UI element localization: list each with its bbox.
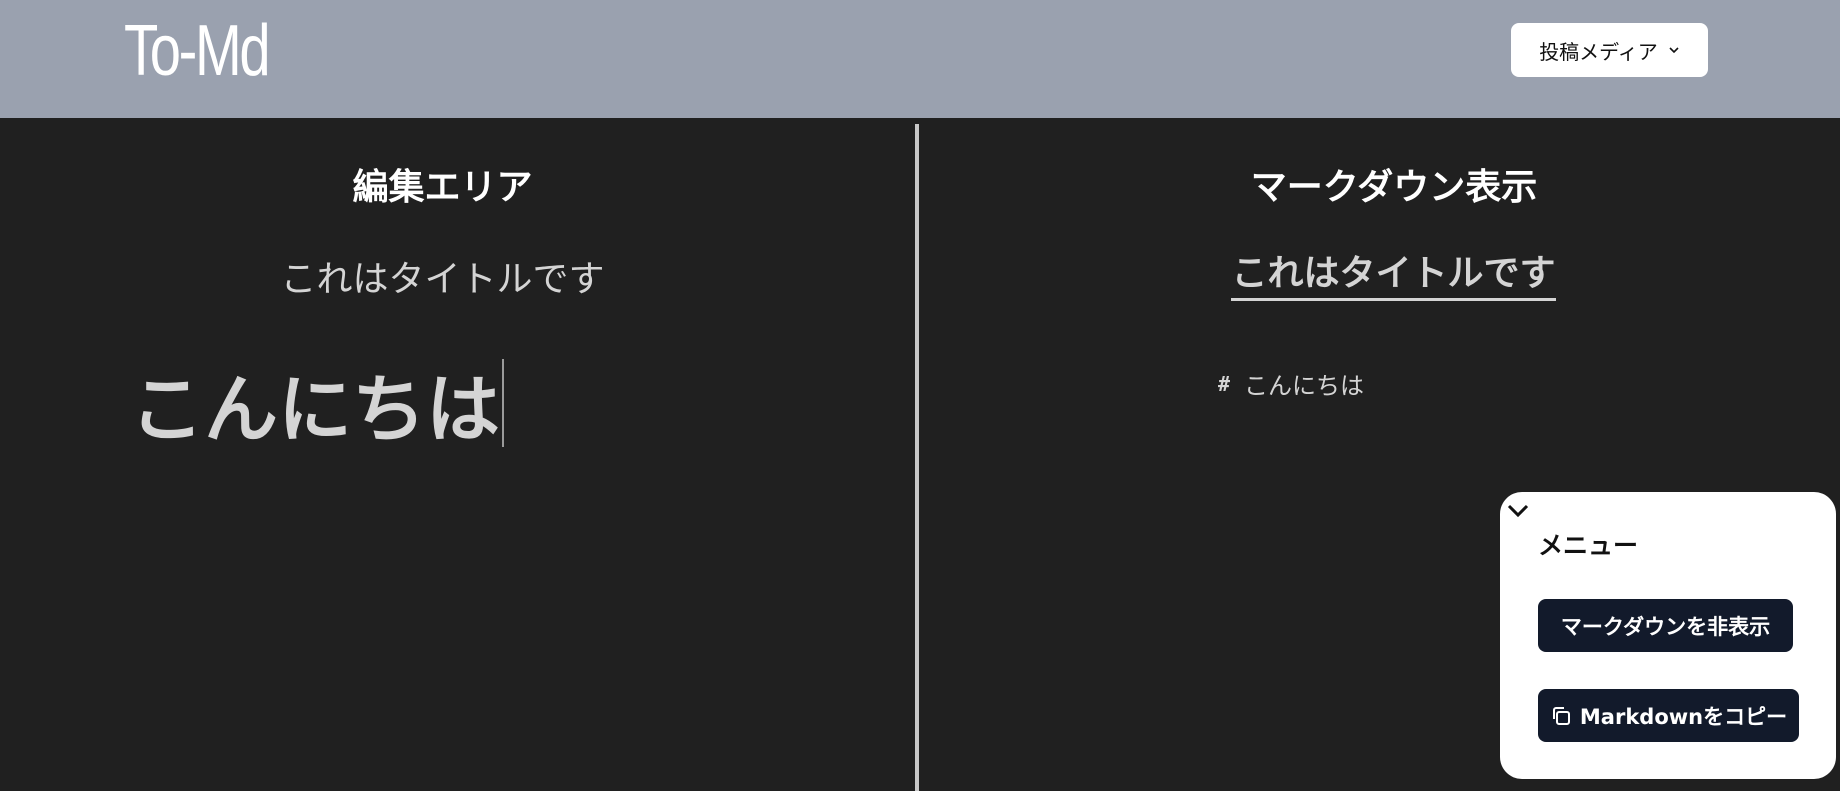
post-media-label: 投稿メディア [1539,39,1658,64]
chevron-down-icon [1669,47,1679,54]
markdown-line-text: こんにちは [1244,372,1365,400]
preview-heading: マークダウン表示 [1250,167,1538,208]
preview-markdown-line: # こんにちは [1218,366,1364,401]
app-logo[interactable]: To-Md [124,10,271,92]
markdown-hash: # [1218,371,1231,396]
menu-title: メニュー [1538,531,1639,560]
copy-markdown-label: Markdownをコピー [1579,704,1788,729]
editor-heading: 編集エリア [352,167,533,208]
title-input[interactable] [240,250,645,302]
hide-markdown-button[interactable]: マークダウンを非表示 [1538,599,1793,652]
copy-markdown-button[interactable]: Markdownをコピー [1538,689,1799,742]
post-media-dropdown[interactable]: 投稿メディア [1511,23,1708,77]
menu-collapse-button[interactable] [1504,496,1532,524]
pane-divider[interactable] [915,124,919,791]
copy-icon [1552,706,1570,725]
text-caret [502,359,504,447]
editor-body[interactable]: こんにちは [130,358,504,453]
preview-title: これはタイトルです [1231,244,1556,301]
chevron-down-icon [1507,504,1529,518]
editor-heading-text: こんにちは [130,366,500,453]
app-header: To-Md 投稿メディア [0,0,1840,118]
